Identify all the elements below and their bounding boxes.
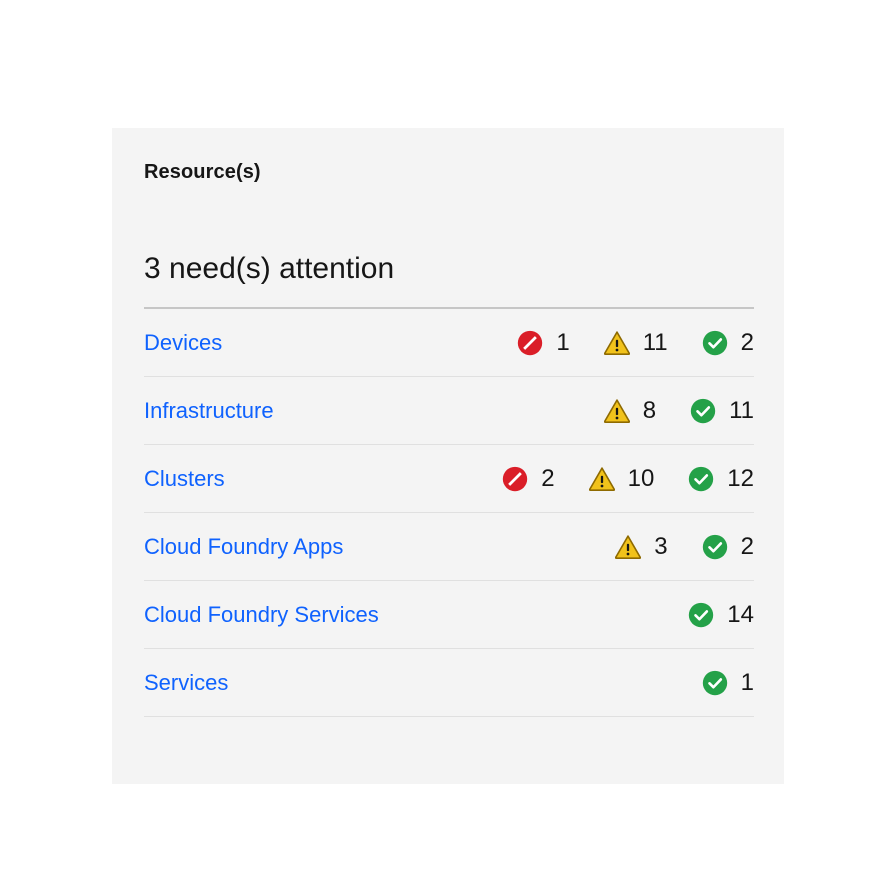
ok-check-icon (688, 466, 714, 492)
status-cell-critical: 1 (517, 328, 570, 356)
status-group: 1 11 2 (517, 330, 754, 356)
status-count-critical: 2 (541, 464, 555, 492)
status-cell-warning: 10 (588, 464, 655, 492)
status-cell-ok: 2 (702, 330, 754, 356)
resource-link-devices[interactable]: Devices (144, 331, 222, 354)
status-cell-ok: 1 (702, 670, 754, 696)
resource-row-list: Devices 1 11 2 Infrastructure 8 11 Clusters 2 10 1… (144, 309, 754, 717)
ok-check-icon (702, 670, 728, 696)
status-group: 32 (615, 534, 754, 560)
status-cell-critical: 2 (502, 464, 555, 492)
resource-row: Clusters 2 10 12 (144, 445, 754, 513)
status-cell-ok: 2 (702, 534, 754, 560)
status-group: 2 10 12 (502, 466, 754, 492)
resource-table: Devices 1 11 2 Infrastructure 8 11 Clusters 2 10 1… (144, 307, 754, 717)
resource-link-cloud-foundry-apps[interactable]: Cloud Foundry Apps (144, 535, 343, 558)
status-count-warning: 11 (642, 328, 668, 356)
resource-row: Cloud Foundry Apps 3 2 (144, 513, 754, 581)
status-count-warning: 3 (654, 532, 668, 560)
status-count-ok: 1 (740, 668, 754, 696)
warning-triangle-icon (603, 330, 630, 356)
status-count-ok: 2 (740, 532, 754, 560)
status-group: 14 (688, 602, 754, 628)
status-count-warning: 8 (642, 396, 657, 424)
page-root: Resource(s) 3 need(s) attention Devices 1… (0, 0, 896, 896)
ok-check-icon (702, 534, 728, 560)
status-count-ok: 11 (729, 396, 754, 424)
warning-triangle-icon (615, 534, 642, 560)
status-count-warning: 10 (627, 464, 655, 492)
status-cell-warning: 8 (603, 396, 657, 424)
status-cell-ok: 11 (690, 398, 754, 424)
resource-link-cloud-foundry-services[interactable]: Cloud Foundry Services (144, 603, 379, 626)
ok-check-icon (690, 398, 716, 424)
ok-check-icon (688, 602, 714, 628)
resource-row: Services 1 (144, 649, 754, 717)
warning-triangle-icon (603, 398, 630, 424)
status-count-ok: 2 (740, 328, 754, 356)
resource-row: Infrastructure 8 11 (144, 377, 754, 445)
critical-slash-icon (517, 330, 543, 356)
resource-link-services[interactable]: Services (144, 671, 228, 694)
critical-slash-icon (502, 466, 528, 492)
resources-card: Resource(s) 3 need(s) attention Devices 1… (112, 128, 784, 784)
attention-summary: 3 need(s) attention (144, 252, 395, 285)
status-count-ok: 12 (727, 464, 754, 492)
status-cell-ok: 14 (688, 602, 754, 628)
warning-triangle-icon (588, 466, 615, 492)
ok-check-icon (702, 330, 728, 356)
resource-link-clusters[interactable]: Clusters (144, 467, 225, 490)
status-count-ok: 14 (727, 600, 754, 628)
resource-row: Devices 1 11 2 (144, 309, 754, 377)
status-group: 8 11 (603, 396, 754, 424)
status-count-critical: 1 (556, 328, 570, 356)
card-title: Resource(s) (144, 161, 261, 183)
status-cell-warning: 11 (603, 328, 668, 356)
status-group: 1 (702, 670, 754, 696)
status-cell-warning: 3 (615, 532, 668, 560)
resource-row: Cloud Foundry Services 14 (144, 581, 754, 649)
status-cell-ok: 12 (688, 466, 754, 492)
resource-link-infrastructure[interactable]: Infrastructure (144, 399, 274, 422)
